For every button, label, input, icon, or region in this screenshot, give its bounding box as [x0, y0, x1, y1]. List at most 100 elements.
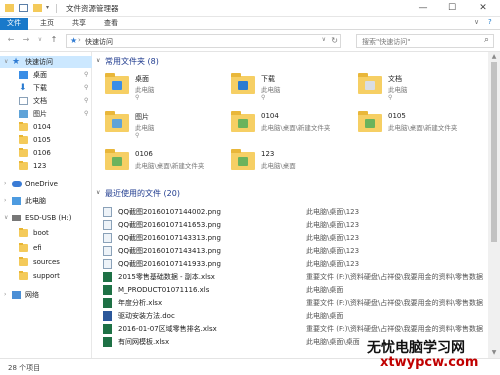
- recent-file-row[interactable]: 2015零售基础数据 - 副本.xlsx 重要文件 (F:)\资料硬盘\占祥俊\…: [93, 271, 488, 283]
- properties-icon[interactable]: [19, 4, 28, 12]
- recent-file-row[interactable]: QQ截图20160107141653.png 此电脑\桌面\123: [93, 219, 488, 231]
- expand-chevron-icon[interactable]: ∨: [4, 56, 8, 68]
- address-bar[interactable]: ★ › 快速访问 ∨ ↻: [66, 34, 341, 48]
- sidebar-item-efi[interactable]: efi: [0, 242, 92, 254]
- breadcrumb-separator[interactable]: ›: [78, 36, 81, 44]
- excel-file-icon: [103, 285, 112, 295]
- folder-tile-0105[interactable]: 0105 此电脑\桌面\新建文件夹: [358, 110, 483, 150]
- frequent-folders-header[interactable]: ∨ 常用文件夹 (8): [93, 56, 293, 68]
- pin-icon[interactable]: ⚲: [388, 94, 392, 101]
- sidebar-item-label: efi: [33, 244, 42, 252]
- folder-tile-pictures[interactable]: 图片 此电脑 ⚲: [105, 110, 230, 150]
- recent-files-header[interactable]: ∨ 最近使用的文件 (20): [93, 188, 293, 200]
- folder-icon: [105, 111, 129, 132]
- sidebar-item-desktop[interactable]: 桌面 ⚲: [0, 69, 92, 81]
- explorer-icon: [5, 4, 14, 12]
- recent-file-row[interactable]: QQ截图20160107141933.png 此电脑\桌面\123: [93, 258, 488, 270]
- help-button[interactable]: ?: [488, 18, 492, 26]
- sidebar-item-downloads[interactable]: ⬇ 下载 ⚲: [0, 82, 92, 94]
- sidebar-item-boot[interactable]: boot: [0, 227, 92, 239]
- scroll-down-button[interactable]: ▼: [488, 349, 500, 356]
- recent-locations-button[interactable]: ∨: [34, 34, 46, 47]
- folder-tile-downloads[interactable]: 下载 此电脑 ⚲: [231, 72, 356, 112]
- folder-icon: [19, 257, 28, 266]
- recent-file-row[interactable]: QQ截图20160107143313.png 此电脑\桌面\123: [93, 232, 488, 244]
- forward-button[interactable]: →: [20, 34, 32, 47]
- folder-tile-123[interactable]: 123 此电脑\桌面: [231, 148, 356, 188]
- sidebar-item-this-pc[interactable]: › 此电脑: [0, 195, 92, 207]
- recent-file-row[interactable]: M_PRODUCT01071116.xls 此电脑\桌面: [93, 284, 488, 296]
- sidebar-item-documents[interactable]: 文档 ⚲: [0, 95, 92, 107]
- folder-icon: [19, 135, 28, 144]
- sidebar-item-sources[interactable]: sources: [0, 256, 92, 268]
- file-name: 2015零售基础数据 - 副本.xlsx: [118, 273, 215, 281]
- folder-tile-documents[interactable]: 文档 此电脑 ⚲: [358, 72, 483, 112]
- folder-icon: [19, 148, 28, 157]
- collapse-chevron-icon[interactable]: ∨: [96, 57, 100, 64]
- tab-file[interactable]: 文件: [0, 18, 28, 30]
- excel-file-icon: [103, 324, 112, 334]
- title-bar: ▾ 文件资源管理器 — ☐ ✕: [0, 0, 500, 17]
- usb-drive-icon: [12, 215, 21, 221]
- navigation-bar: ← → ∨ ↑ ★ › 快速访问 ∨ ↻ 搜索"快速访问" ⌕: [0, 30, 500, 52]
- close-button[interactable]: ✕: [472, 0, 494, 17]
- pin-icon[interactable]: ⚲: [84, 108, 88, 120]
- sidebar-item-usb-drive[interactable]: ∨ ESD-USB (H:): [0, 212, 92, 224]
- sidebar-item-label: 123: [33, 162, 47, 170]
- pin-icon[interactable]: ⚲: [84, 69, 88, 81]
- pin-icon[interactable]: ⚲: [261, 94, 265, 101]
- file-location: 此电脑\桌面\123: [306, 208, 360, 216]
- recent-file-row[interactable]: 2016-01-07区域零售排名.xlsx 重要文件 (F:)\资料硬盘\占祥俊…: [93, 323, 488, 335]
- minimize-button[interactable]: —: [412, 0, 434, 17]
- sidebar-item-support[interactable]: support: [0, 270, 92, 282]
- recent-file-row[interactable]: QQ截图20160107143413.png 此电脑\桌面\123: [93, 245, 488, 257]
- recent-file-row[interactable]: QQ截图20160107144002.png 此电脑\桌面\123: [93, 206, 488, 218]
- pin-icon[interactable]: ⚲: [135, 132, 139, 139]
- collapse-chevron-icon[interactable]: ∨: [96, 189, 100, 196]
- scroll-up-button[interactable]: ▲: [488, 53, 500, 60]
- up-button[interactable]: ↑: [48, 34, 60, 47]
- sidebar-item-pictures[interactable]: 图片 ⚲: [0, 108, 92, 120]
- breadcrumb-quick-access[interactable]: 快速访问: [85, 37, 113, 47]
- new-folder-icon[interactable]: [33, 4, 42, 12]
- expand-chevron-icon[interactable]: ›: [4, 195, 6, 207]
- scrollbar-thumb[interactable]: [491, 62, 497, 242]
- expand-chevron-icon[interactable]: ∨: [4, 212, 8, 224]
- sidebar-item-quick-access[interactable]: ∨ ★ 快速访问: [0, 56, 92, 68]
- folder-tile-0106[interactable]: 0106 此电脑\桌面\新建文件夹: [105, 148, 230, 188]
- tab-home[interactable]: 主页: [34, 18, 60, 30]
- pin-icon[interactable]: ⚲: [84, 82, 88, 94]
- recent-file-row[interactable]: 年度分析.xlsx 重要文件 (F:)\资料硬盘\占祥俊\我要用金的资料\零售数…: [93, 297, 488, 309]
- document-icon: [19, 97, 28, 105]
- sidebar-item-0105[interactable]: 0105: [0, 134, 92, 146]
- expand-chevron-icon[interactable]: ›: [4, 289, 6, 301]
- tab-view[interactable]: 查看: [98, 18, 124, 30]
- tab-share[interactable]: 共享: [66, 18, 92, 30]
- sidebar-item-label: 此电脑: [25, 197, 46, 205]
- sidebar-item-network[interactable]: › 网络: [0, 289, 92, 301]
- file-location: 重要文件 (F:)\资料硬盘\占祥俊\我要用金的资料\零售数据: [306, 299, 483, 307]
- sidebar-item-onedrive[interactable]: › OneDrive: [0, 178, 92, 190]
- folder-tile-0104[interactable]: 0104 此电脑\桌面\新建文件夹: [231, 110, 356, 150]
- customize-toolbar-icon[interactable]: ▾: [46, 4, 55, 12]
- pin-icon[interactable]: ⚲: [84, 95, 88, 107]
- sidebar-item-0104[interactable]: 0104: [0, 121, 92, 133]
- folder-icon: [105, 73, 129, 94]
- ribbon-expand-button[interactable]: ∨: [474, 18, 479, 26]
- pin-icon[interactable]: ⚲: [135, 94, 139, 101]
- search-icon[interactable]: ⌕: [484, 35, 489, 45]
- vertical-scrollbar[interactable]: ▲ ▼: [488, 52, 500, 358]
- address-dropdown-button[interactable]: ∨: [322, 36, 326, 43]
- folder-tile-desktop[interactable]: 桌面 此电脑 ⚲: [105, 72, 230, 112]
- back-button[interactable]: ←: [5, 34, 17, 47]
- maximize-button[interactable]: ☐: [441, 0, 463, 17]
- refresh-button[interactable]: ↻: [331, 36, 338, 45]
- sidebar-item-123[interactable]: 123: [0, 160, 92, 172]
- search-input[interactable]: 搜索"快速访问": [362, 37, 410, 47]
- search-box[interactable]: 搜索"快速访问" ⌕: [356, 34, 494, 48]
- folder-icon: [19, 271, 28, 280]
- sidebar-item-0106[interactable]: 0106: [0, 147, 92, 159]
- recent-file-row[interactable]: 驱动安装方法.doc 此电脑\桌面: [93, 310, 488, 322]
- image-file-icon: [103, 246, 112, 256]
- expand-chevron-icon[interactable]: ›: [4, 178, 6, 190]
